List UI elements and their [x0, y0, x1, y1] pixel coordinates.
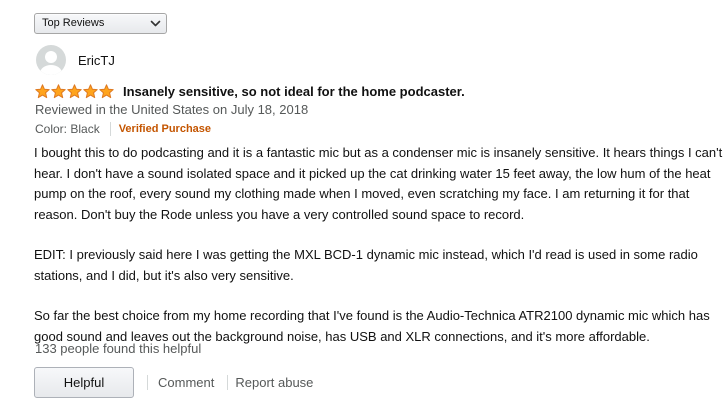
review-paragraph: I bought this to do podcasting and it is…: [34, 145, 723, 222]
review-page: Top Reviews EricTJ Insanely sensitive, s…: [0, 0, 725, 413]
review-title-row: Insanely sensitive, so not ideal for the…: [35, 82, 465, 100]
helpful-button[interactable]: Helpful: [34, 367, 134, 398]
star-icon: [83, 83, 98, 98]
sort-dropdown[interactable]: Top Reviews: [34, 13, 167, 34]
star-icon: [51, 83, 66, 98]
divider: [147, 375, 148, 390]
variant-row: Color: Black Verified Purchase: [35, 121, 211, 137]
variant-label[interactable]: Color: Black: [35, 122, 100, 136]
star-icon: [99, 83, 114, 98]
divider: [227, 375, 229, 390]
reviewer-profile[interactable]: EricTJ: [36, 45, 115, 75]
reviewer-name: EricTJ: [78, 52, 115, 68]
comment-link[interactable]: Comment: [158, 375, 214, 390]
default-avatar-icon: [36, 45, 66, 75]
review-actions: Helpful Comment Report abuse: [34, 367, 313, 398]
report-abuse-link[interactable]: Report abuse: [235, 375, 313, 390]
divider: [109, 122, 111, 136]
star-rating[interactable]: [35, 83, 114, 99]
verified-purchase-badge: Verified Purchase: [118, 123, 212, 135]
helpful-count: 133 people found this helpful: [35, 341, 202, 356]
review-body: I bought this to do podcasting and it is…: [34, 143, 724, 367]
star-icon: [35, 83, 50, 98]
sort-dropdown-value: Top Reviews: [42, 17, 105, 29]
review-paragraph: EDIT: I previously said here I was getti…: [34, 247, 698, 283]
review-title[interactable]: Insanely sensitive, so not ideal for the…: [123, 84, 465, 99]
review-date: Reviewed in the United States on July 18…: [35, 102, 309, 117]
chevron-down-icon: [150, 20, 161, 27]
star-icon: [67, 83, 82, 98]
